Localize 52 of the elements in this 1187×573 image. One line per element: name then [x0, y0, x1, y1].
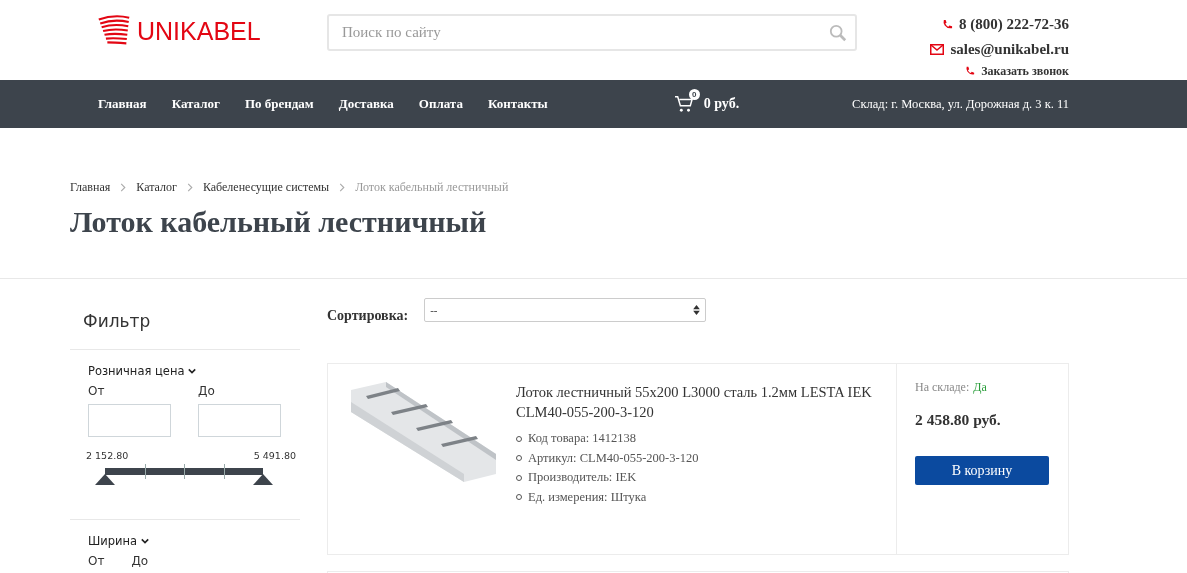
- page-title: Лоток кабельный лестничный: [70, 205, 488, 239]
- phone-icon: [942, 19, 953, 30]
- chevron-down-icon[interactable]: [141, 537, 150, 545]
- nav-link[interactable]: Главная: [98, 96, 147, 112]
- filter-group-title[interactable]: Розничная цена: [88, 364, 185, 378]
- nav-link[interactable]: Оплата: [418, 96, 463, 112]
- chevron-down-icon[interactable]: [188, 367, 197, 375]
- email-link[interactable]: sales@unikabel.ru: [950, 37, 1069, 62]
- callback-link[interactable]: Заказать звонок: [981, 62, 1069, 80]
- nav-link[interactable]: Доставка: [338, 96, 394, 112]
- breadcrumb-link[interactable]: Каталог: [136, 180, 177, 195]
- stock-status: Да: [973, 380, 987, 395]
- filter-group-title[interactable]: Ширина: [88, 534, 138, 548]
- product-spec: Код товара: 1412138: [528, 430, 637, 447]
- to-label: До: [198, 384, 216, 398]
- sort-dropdown[interactable]: --: [424, 298, 707, 322]
- envelope-icon: [930, 44, 945, 55]
- search-field[interactable]: Поиск по сайту: [327, 14, 857, 51]
- nav-link[interactable]: Контакты: [487, 96, 548, 112]
- product-spec: Артикул: CLM40-055-200-3-120: [528, 449, 699, 467]
- breadcrumb-link[interactable]: Кабеленесущие системы: [202, 180, 330, 195]
- sort-label: Сортировка:: [327, 308, 409, 324]
- nav-link[interactable]: По брендам: [244, 96, 314, 112]
- from-label: От: [88, 554, 105, 568]
- cart-count-badge: 0: [688, 89, 700, 100]
- range-max-value: 5 491.80: [253, 450, 296, 461]
- phone-number[interactable]: 8 (800) 222-72-36: [959, 12, 1069, 37]
- to-field[interactable]: [198, 404, 281, 437]
- product-price: 2 458.80 руб.: [915, 411, 1002, 429]
- chevron-right-icon: [186, 183, 193, 192]
- to-label: До: [131, 554, 149, 568]
- product-title-link[interactable]: Лоток лестничный 55x200 L3000 сталь 1.2мм LESTA IEK CLM40-055-200-3-120: [516, 382, 886, 422]
- logo-text[interactable]: UNIKABEL: [137, 16, 261, 46]
- stock-label: На складе:: [915, 380, 970, 395]
- slider-handle[interactable]: [95, 474, 115, 485]
- chevron-right-icon: [120, 183, 127, 192]
- cart-icon[interactable]: [673, 95, 694, 113]
- cart-total[interactable]: 0 руб.: [703, 96, 740, 112]
- range-min-value: 2 152.80: [86, 450, 129, 461]
- chevron-right-icon: [339, 183, 346, 192]
- add-to-cart-button[interactable]: В корзину: [915, 456, 1049, 485]
- breadcrumb-link[interactable]: Главная: [70, 180, 111, 195]
- filter-title: Фильтр: [70, 279, 300, 350]
- phone-icon: [965, 66, 976, 76]
- slider-handle[interactable]: [253, 474, 273, 485]
- from-field[interactable]: [88, 404, 171, 437]
- updown-arrows-icon: [693, 305, 701, 315]
- product-spec: Ед. измерения: Штука: [528, 488, 647, 506]
- product-spec: Производитель: IEK: [528, 469, 637, 486]
- from-label: От: [88, 384, 106, 398]
- warehouse-address: Склад: г. Москва, ул. Дорожная д. 3 к. 11: [852, 96, 1069, 112]
- nav-link[interactable]: Каталог: [171, 96, 220, 112]
